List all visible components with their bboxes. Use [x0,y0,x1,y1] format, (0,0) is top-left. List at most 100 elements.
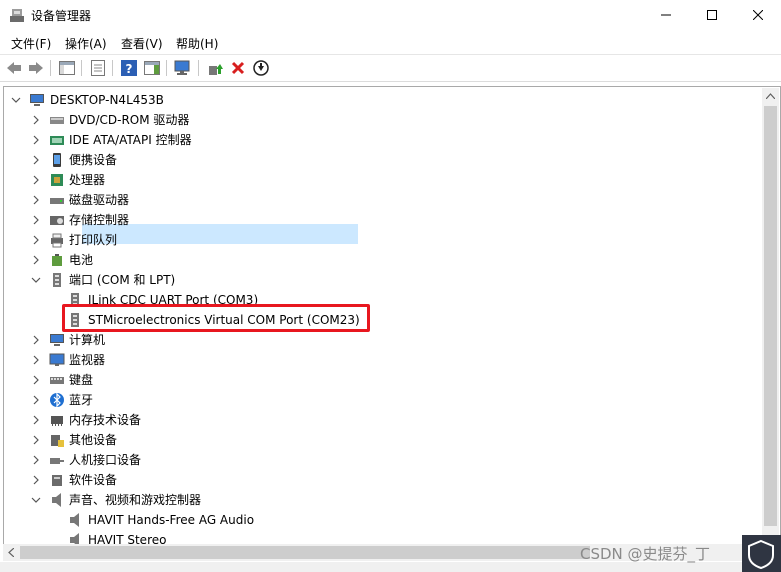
speaker-icon [70,513,79,527]
watermark-text: CSDN @史提芬_丁 [580,545,711,563]
toolbar-separator [166,60,167,76]
tree-category-label: 蓝牙 [69,393,94,407]
printer-icon [51,233,63,248]
other-device-icon [51,435,64,447]
menu-file[interactable]: 文件(F) [11,35,51,52]
properties-icon [91,60,105,76]
menu-view[interactable]: 查看(V) [121,35,163,52]
bluetooth-icon [50,392,64,408]
minimize-icon [661,14,671,16]
uninstall-device-button[interactable] [229,59,247,77]
toolbar-separator [198,60,199,76]
chevron-right-icon[interactable] [31,235,41,245]
delete-x-icon [231,61,245,75]
menu-bar: 文件(F) 操作(A) 查看(V) 帮助(H) [0,33,781,53]
chevron-right-icon[interactable] [31,195,41,205]
update-driver-button[interactable] [206,59,224,77]
toolbar-separator [50,60,51,76]
down-arrow-circle-icon [253,60,269,76]
chevron-down-icon[interactable] [11,95,21,105]
ide-controller-icon [50,136,64,145]
back-button[interactable] [5,59,23,77]
tree-category-label: IDE ATA/ATAPI 控制器 [69,133,192,147]
computer-icon [50,334,64,346]
chevron-down-icon[interactable] [31,275,41,285]
tree-category-label: 人机接口设备 [69,453,142,467]
scroll-up-icon[interactable] [766,93,775,99]
tree-category-label: 处理器 [69,173,106,187]
tree-category-label: 电池 [69,253,94,267]
memory-device-icon [51,416,63,426]
chevron-down-icon[interactable] [31,495,41,505]
action-pane-button[interactable] [143,59,161,77]
device-manager-icon [10,9,24,22]
annotation-highlight-box [62,304,370,332]
tree-category-label: 软件设备 [69,473,118,487]
battery-icon [52,254,62,266]
chevron-right-icon[interactable] [31,475,41,485]
tree-category-label: 磁盘驱动器 [69,193,130,207]
menu-action[interactable]: 操作(A) [65,35,107,52]
dvd-drive-icon [50,117,64,124]
scroll-left-icon[interactable] [8,548,14,557]
tree-category-label: 存储控制器 [69,213,130,227]
hid-device-icon [50,458,64,464]
tree-category-label: 端口 (COM 和 LPT) [69,273,176,287]
forward-button[interactable] [27,59,45,77]
disable-device-button[interactable] [252,59,270,77]
tree-device-label: HAVIT Hands-Free AG Audio [88,513,255,527]
chevron-right-icon[interactable] [31,135,41,145]
chevron-right-icon[interactable] [31,215,41,225]
vertical-scrollbar[interactable] [762,88,779,543]
maximize-button[interactable] [689,0,735,30]
close-button[interactable] [735,0,781,30]
minimize-button[interactable] [643,0,689,30]
chevron-right-icon[interactable] [31,335,41,345]
chevron-right-icon[interactable] [31,355,41,365]
chevron-right-icon[interactable] [31,155,41,165]
title-bar: 设备管理器 [0,0,781,30]
tree-root-label: DESKTOP-N4L453B [50,93,164,107]
processor-icon [51,174,63,186]
svg-text:?: ? [126,62,133,76]
toolbar: ? [0,54,781,82]
console-tree-icon [59,61,75,75]
scan-hardware-button[interactable] [174,59,192,77]
computer-icon [30,94,44,106]
tree-category-label: 键盘 [69,373,94,387]
software-device-icon [52,475,62,486]
tree-category-label: 打印队列 [69,233,118,247]
tree-category-label: 监视器 [69,353,106,367]
monitor-icon [49,353,65,366]
chevron-right-icon[interactable] [31,415,41,425]
close-icon [753,10,763,20]
properties-button[interactable] [89,59,107,77]
chevron-right-icon[interactable] [31,455,41,465]
scroll-thumb[interactable] [764,106,777,526]
help-icon: ? [121,60,137,76]
shield-badge-icon [742,535,781,572]
tree-category-label: 内存技术设备 [69,413,142,427]
tree-category-label: 其他设备 [69,433,118,447]
forward-arrow-icon [29,62,43,74]
tree-category-label: DVD/CD-ROM 驱动器 [69,113,190,127]
scroll-thumb[interactable] [20,546,590,559]
chevron-right-icon[interactable] [31,395,41,405]
storage-controller-icon [50,216,64,225]
maximize-icon [707,10,717,20]
chevron-right-icon[interactable] [31,175,41,185]
menu-help[interactable]: 帮助(H) [176,35,218,52]
chevron-right-icon[interactable] [31,375,41,385]
speaker-icon [52,493,61,507]
chevron-right-icon[interactable] [31,255,41,265]
port-icon [53,273,61,287]
tree-category-label: 声音、视频和游戏控制器 [69,493,202,507]
action-pane-icon [144,61,160,75]
portable-device-icon [53,153,61,167]
chevron-right-icon[interactable] [31,435,41,445]
chevron-right-icon[interactable] [31,115,41,125]
show-hide-tree-button[interactable] [58,59,76,77]
keyboard-icon [50,377,64,384]
help-button[interactable]: ? [120,59,138,77]
disk-drive-icon [50,198,64,204]
